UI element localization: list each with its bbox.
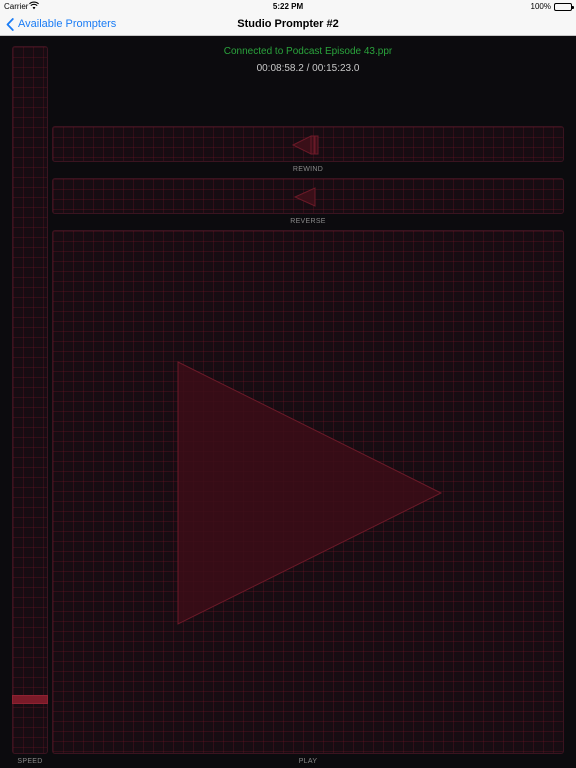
speed-slider[interactable] [12, 46, 48, 754]
connection-status: Connected to Podcast Episode 43.ppr [223, 46, 393, 57]
navigation-bar: Available Prompters Studio Prompter #2 [0, 12, 576, 36]
speed-label: SPEED [17, 758, 43, 765]
prompter-control-area: Connected to Podcast Episode 43.ppr 00:0… [0, 36, 576, 768]
battery-status: 100% [530, 2, 574, 11]
battery-icon [554, 2, 574, 11]
play-icon [177, 361, 443, 625]
reverse-label: REVERSE [290, 218, 326, 225]
status-time: 5:22 PM [272, 2, 304, 11]
play-label: PLAY [298, 758, 318, 765]
battery-percent: 100% [530, 2, 551, 11]
time-readout: 00:08:58.2 / 00:15:23.0 [256, 63, 360, 74]
page-title: Studio Prompter #2 [237, 18, 339, 30]
rewind-icon [291, 135, 319, 155]
reverse-icon [293, 187, 316, 207]
status-bar: Carrier 5:22 PM 100% [0, 0, 576, 12]
rewind-button[interactable] [52, 126, 564, 162]
rewind-label: REWIND [292, 166, 324, 173]
reverse-button[interactable] [52, 178, 564, 214]
speed-slider-thumb[interactable] [12, 695, 48, 705]
play-button[interactable] [52, 230, 564, 754]
